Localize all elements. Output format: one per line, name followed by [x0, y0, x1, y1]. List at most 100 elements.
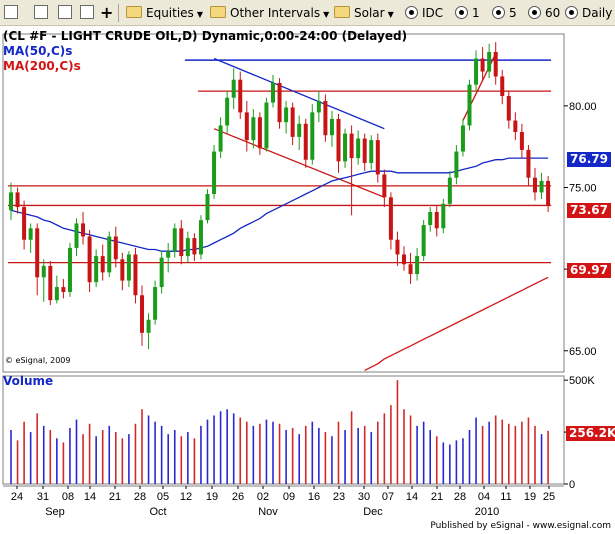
candle-body — [421, 225, 426, 257]
candle-body — [408, 264, 413, 275]
interval-5-label: 5 — [509, 6, 517, 20]
candle-body — [375, 140, 380, 175]
candle-body — [434, 211, 439, 229]
idc-radio[interactable] — [405, 6, 418, 19]
candle-body — [506, 96, 511, 121]
candle-body — [94, 256, 99, 283]
x-tick-label: 11 — [500, 491, 511, 503]
toolbar-separator — [118, 4, 119, 22]
x-tick-label: 26 — [232, 491, 244, 503]
interval-60-radio[interactable] — [528, 6, 541, 19]
intervals-dropdown[interactable]: Other Intervals ▼ — [230, 4, 329, 22]
candle-body — [9, 192, 13, 211]
candle-body — [264, 102, 269, 149]
candle-body — [166, 251, 171, 258]
candle-body — [284, 107, 289, 123]
interval-daily-radio[interactable] — [565, 6, 578, 19]
candle-body — [362, 138, 367, 163]
y-tick-label: 65.00 — [569, 346, 597, 358]
x-tick-label: 04 — [478, 491, 490, 503]
candle-body — [67, 247, 72, 292]
candle-body — [48, 265, 53, 301]
candle-body — [500, 76, 505, 97]
cursor-icon[interactable] — [34, 5, 48, 19]
ma50-value-badge: 76.79 — [567, 152, 611, 167]
candle-body — [133, 254, 138, 296]
candle-body — [185, 238, 190, 257]
candle-body — [126, 254, 131, 281]
candle-body — [402, 254, 406, 265]
candle-body — [100, 256, 105, 273]
candle-body — [192, 238, 197, 255]
x-tick-label: 21 — [109, 491, 121, 503]
candle-body — [447, 177, 452, 204]
candle-body — [382, 174, 387, 198]
candle-body — [140, 295, 144, 333]
volume-tick-label: 0 — [569, 479, 575, 491]
candle-body — [290, 107, 295, 137]
candle-body — [244, 112, 249, 141]
candle-body — [388, 197, 393, 240]
candle-body — [74, 223, 79, 248]
ma200-value-badge: 69.97 — [567, 263, 611, 278]
chart-settings-icon[interactable] — [80, 5, 94, 19]
candle-body — [172, 228, 177, 252]
add-icon[interactable]: + — [100, 4, 113, 22]
candle-body — [61, 287, 66, 292]
candle-body — [225, 97, 230, 126]
dropdown-arrow-icon: ▼ — [323, 10, 330, 19]
x-tick-label: 28 — [454, 491, 466, 503]
equities-dropdown[interactable]: Equities ▼ — [146, 4, 203, 22]
interval-1-radio[interactable] — [455, 6, 468, 19]
interval-5-radio[interactable] — [492, 6, 505, 19]
candle-body — [212, 151, 217, 195]
candle-body — [539, 180, 544, 193]
x-month-label: 2010 — [475, 506, 499, 518]
candle-body — [205, 194, 210, 221]
x-tick-label: 31 — [37, 491, 49, 503]
candle-body — [15, 192, 20, 208]
candle-body — [113, 236, 118, 260]
candle-body — [271, 82, 275, 103]
y-tick-label: 80.00 — [569, 101, 597, 113]
candle-body — [428, 211, 433, 226]
candle-body — [310, 112, 315, 160]
candle-body — [460, 125, 465, 152]
solar-dropdown[interactable]: Solar ▼ — [354, 4, 394, 22]
candle-body — [546, 180, 551, 206]
candle-body — [22, 207, 27, 240]
price-chart[interactable]: 80.0075.0070.0065.00500K250K024310814212… — [0, 26, 615, 534]
candle-body — [198, 220, 203, 255]
candle-body — [467, 84, 472, 126]
candle-body — [179, 228, 184, 257]
candle-body — [487, 51, 492, 72]
copyright: © eSignal, 2009 — [5, 356, 71, 365]
volume-value-badge: 256.2K — [566, 426, 615, 441]
x-tick-label: 25 — [543, 491, 555, 503]
folder-icon — [126, 6, 142, 18]
x-tick-label: 05 — [157, 491, 169, 503]
interval-60-label: 60 — [545, 6, 561, 20]
x-tick-label: 14 — [406, 491, 418, 503]
x-tick-label: 16 — [308, 491, 320, 503]
x-tick-label: 24 — [11, 491, 23, 503]
candle-body — [454, 151, 459, 178]
x-tick-label: 30 — [358, 491, 370, 503]
candle-body — [297, 123, 302, 137]
candle-body — [349, 133, 354, 159]
candle-body — [336, 118, 341, 162]
link-icon[interactable] — [4, 5, 18, 19]
candle-body — [87, 236, 92, 283]
candle-body — [153, 287, 158, 320]
x-month-label: Nov — [258, 506, 278, 518]
candle-body — [277, 82, 282, 123]
candle-body — [54, 287, 59, 301]
x-tick-label: 19 — [524, 491, 536, 503]
copy-icon[interactable] — [58, 5, 72, 19]
candle-body — [257, 117, 262, 149]
candle-body — [474, 58, 479, 85]
candle-body — [120, 259, 125, 281]
x-tick-label: 07 — [382, 491, 394, 503]
candle-body — [441, 203, 446, 229]
dropdown-arrow-icon: ▼ — [196, 10, 203, 19]
